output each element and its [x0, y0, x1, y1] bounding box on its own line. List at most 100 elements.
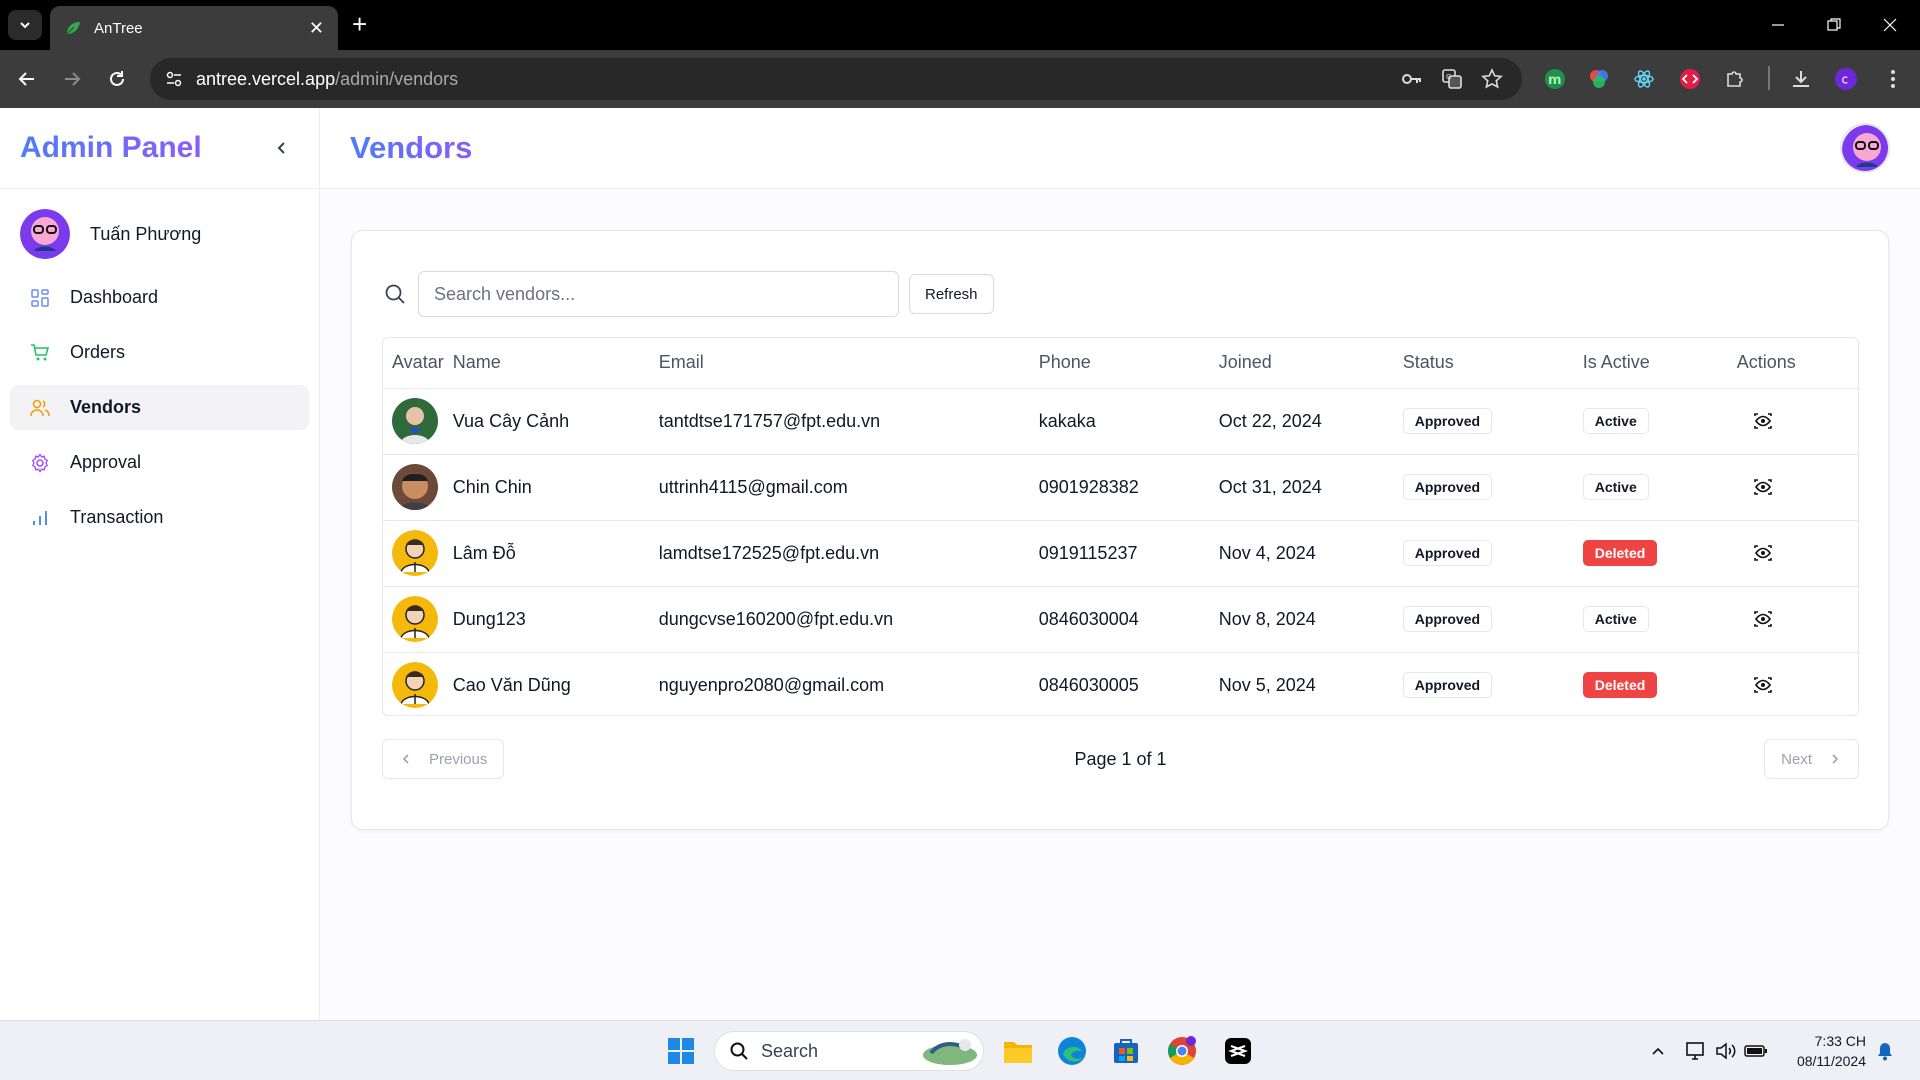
restore-button[interactable] — [1806, 0, 1862, 50]
extension-m-icon[interactable]: m — [1542, 66, 1568, 92]
sidebar-item-label: Orders — [70, 342, 126, 362]
view-details-icon[interactable] — [1751, 409, 1775, 433]
table-row: Cao Văn Dũng nguyenpro2080@gmail.com 084… — [383, 652, 1858, 715]
view-details-icon[interactable] — [1751, 541, 1775, 565]
restore-icon — [1827, 18, 1841, 31]
volume-icon[interactable] — [1714, 1039, 1738, 1063]
column-header-actions: Actions — [1727, 338, 1858, 389]
toolbar-divider — [1768, 66, 1770, 90]
browser-menu-icon[interactable] — [1880, 66, 1906, 92]
sidebar-item-orders[interactable]: Orders — [10, 330, 309, 375]
browser-tab-bar: AnTree ✕ + — [0, 0, 1920, 50]
site-settings-icon[interactable] — [162, 67, 186, 91]
minimize-icon — [1772, 24, 1784, 26]
tab-search-button[interactable] — [8, 10, 42, 40]
next-page-button[interactable]: Next — [1764, 739, 1859, 779]
taskbar-search[interactable]: Search — [714, 1031, 984, 1071]
next-label: Next — [1781, 750, 1812, 768]
cart-icon — [30, 343, 50, 363]
sidebar-item-vendors[interactable]: Vendors — [10, 385, 309, 430]
default-avatar-icon — [392, 596, 438, 642]
translate-icon[interactable]: G — [1440, 67, 1464, 91]
edge-browser-icon[interactable] — [1056, 1035, 1088, 1067]
close-tab-icon[interactable]: ✕ — [309, 18, 324, 39]
taskbar: Search 7:33 CH 08/11/2024 — [0, 1020, 1920, 1080]
page-header: Vendors — [320, 108, 1920, 189]
vendor-email: dungcvse160200@fpt.edu.vn — [649, 586, 1030, 653]
react-devtools-icon[interactable] — [1631, 66, 1657, 92]
status-badge: Approved — [1402, 672, 1493, 699]
battery-icon[interactable] — [1744, 1039, 1768, 1063]
table-header-row: Avatar Name Email Phone Joined Status Is… — [383, 338, 1858, 389]
new-tab-button[interactable]: + — [352, 10, 367, 38]
back-button[interactable] — [14, 66, 40, 92]
vendor-joined: Oct 22, 2024 — [1209, 388, 1394, 455]
browser-toolbar: antree.vercel.app/admin/vendors G m c — [0, 50, 1920, 108]
chrome-icon[interactable] — [1166, 1035, 1198, 1067]
column-header-email: Email — [649, 338, 1030, 389]
arrow-left-icon — [18, 72, 34, 86]
file-explorer-icon[interactable] — [1002, 1035, 1034, 1067]
table-row: Dung123 dungcvse160200@fpt.edu.vn 084603… — [383, 586, 1858, 653]
sidebar-item-label: Vendors — [70, 397, 142, 417]
previous-label: Previous — [429, 750, 488, 768]
sidebar-item-transaction[interactable]: Transaction — [10, 495, 309, 540]
network-icon[interactable] — [1684, 1039, 1708, 1063]
previous-page-button[interactable]: Previous — [382, 739, 505, 779]
bookmark-star-icon[interactable] — [1480, 67, 1504, 91]
status-badge: Approved — [1402, 540, 1493, 566]
vendor-email: nguyenpro2080@gmail.com — [658, 674, 885, 695]
header-avatar[interactable] — [1840, 123, 1890, 173]
svg-text:G: G — [1446, 73, 1451, 81]
dashboard-icon — [30, 288, 50, 308]
sidebar-header: Admin Panel — [0, 108, 319, 189]
status-badge: Approved — [1402, 474, 1493, 500]
microsoft-store-icon[interactable] — [1110, 1035, 1142, 1067]
collapse-sidebar-button[interactable] — [265, 131, 299, 165]
download-icon[interactable] — [1788, 66, 1814, 92]
page-indicator: Page 1 of 1 — [1074, 749, 1167, 769]
chevron-up-icon[interactable] — [1646, 1039, 1670, 1063]
vendor-phone: 0919115237 — [1029, 520, 1210, 587]
close-icon — [1883, 18, 1897, 32]
system-clock[interactable]: 7:33 CH 08/11/2024 — [1782, 1031, 1866, 1071]
profile-avatar-icon[interactable]: c — [1833, 66, 1859, 92]
refresh-button[interactable]: Refresh — [909, 274, 994, 314]
view-details-icon[interactable] — [1751, 607, 1775, 631]
reload-button[interactable] — [104, 66, 130, 92]
notification-bell-icon[interactable] — [1873, 1039, 1897, 1063]
password-key-icon[interactable] — [1400, 67, 1424, 91]
sidebar-item-approval[interactable]: Approval — [10, 440, 309, 485]
column-header-phone: Phone — [1029, 338, 1210, 389]
column-header-status: Status — [1393, 338, 1574, 389]
search-bar: Refresh — [382, 271, 994, 317]
forward-button[interactable] — [59, 66, 85, 92]
reload-icon — [110, 71, 124, 86]
sidebar-item-dashboard[interactable]: Dashboard — [10, 275, 309, 320]
leaf-icon — [66, 22, 80, 35]
windows-start-icon[interactable] — [665, 1035, 697, 1067]
capcut-icon[interactable] — [1222, 1035, 1254, 1067]
search-input[interactable] — [418, 271, 899, 317]
minimize-button[interactable] — [1750, 0, 1806, 50]
sidebar-item-label: Transaction — [70, 507, 164, 527]
vendor-joined: Oct 31, 2024 — [1209, 454, 1394, 521]
tab-title: AnTree — [94, 19, 143, 37]
vendor-phone: 0901928382 — [1029, 454, 1210, 521]
svg-text:m: m — [1548, 73, 1562, 88]
user-profile[interactable]: Tuấn Phương — [0, 189, 319, 269]
view-details-icon[interactable] — [1751, 673, 1775, 697]
vendor-phone: 0846030004 — [1029, 586, 1210, 653]
clock-time: 7:33 CH — [1814, 1033, 1866, 1049]
close-window-button[interactable] — [1862, 0, 1918, 50]
extension-code-icon[interactable] — [1677, 66, 1703, 92]
browser-tab[interactable]: AnTree ✕ — [50, 6, 338, 50]
extensions-puzzle-icon[interactable] — [1722, 66, 1748, 92]
pagination: Page 1 of 1 Previous Next — [382, 739, 1859, 779]
column-header-joined: Joined — [1209, 338, 1394, 389]
view-details-icon[interactable] — [1751, 475, 1775, 499]
address-bar[interactable]: antree.vercel.app/admin/vendors G — [150, 58, 1522, 100]
extension-color-icon[interactable] — [1586, 66, 1612, 92]
page-title: Vendors — [350, 130, 473, 165]
vendor-avatar — [392, 398, 438, 444]
